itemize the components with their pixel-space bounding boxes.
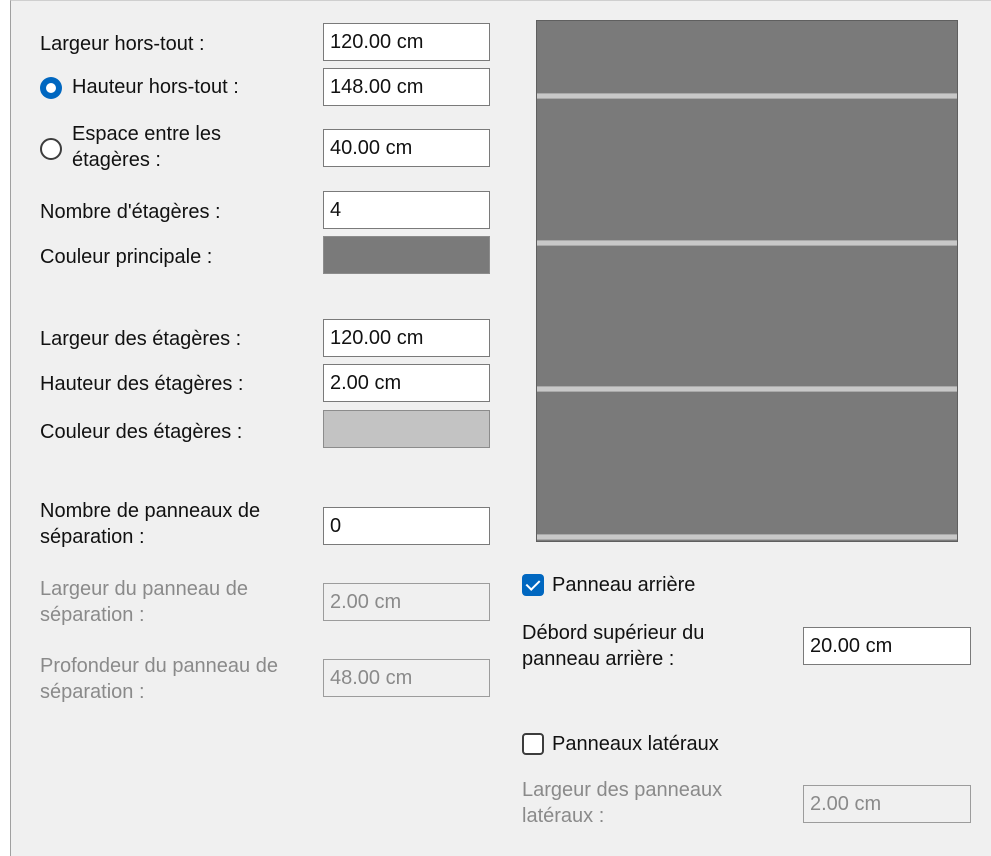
preview-shelf — [537, 534, 957, 540]
main-color-label: Couleur principale : — [40, 246, 213, 268]
divider-width-input — [323, 583, 490, 621]
main-color-swatch[interactable] — [323, 236, 490, 274]
shelf-count-input[interactable] — [323, 191, 490, 229]
overall-height-input[interactable] — [323, 68, 490, 106]
back-overhang-label: Débord supérieur du panneau arrière : — [522, 622, 705, 670]
shelf-spacing-radio[interactable] — [40, 138, 62, 160]
shelf-spacing-label: Espace entre les étagères : — [72, 123, 221, 171]
divider-count-input[interactable] — [323, 507, 490, 545]
overall-height-radio[interactable] — [40, 77, 62, 99]
shelf-color-label: Couleur des étagères : — [40, 421, 243, 443]
preview-shelf — [537, 386, 957, 392]
back-overhang-input[interactable] — [803, 627, 971, 665]
shelf-width-input[interactable] — [323, 319, 490, 357]
shelf-color-swatch[interactable] — [323, 410, 490, 448]
back-panel-checkbox[interactable] — [522, 574, 544, 596]
divider-depth-label: Profondeur du panneau de séparation : — [40, 655, 278, 703]
divider-depth-input — [323, 659, 490, 697]
shelf-height-label: Hauteur des étagères : — [40, 373, 244, 395]
overall-width-input[interactable] — [323, 23, 490, 61]
shelf-count-label: Nombre d'étagères : — [40, 201, 221, 223]
shelf-spacing-input[interactable] — [323, 129, 490, 167]
side-width-input — [803, 785, 971, 823]
preview-shelf — [537, 93, 957, 99]
back-panel-label: Panneau arrière — [552, 574, 696, 596]
overall-height-label: Hauteur hors-tout : — [72, 76, 239, 98]
overall-width-label: Largeur hors-tout : — [40, 33, 205, 55]
divider-width-label: Largeur du panneau de séparation : — [40, 578, 248, 626]
side-panels-label: Panneaux latéraux — [552, 733, 719, 755]
shelf-width-label: Largeur des étagères : — [40, 328, 242, 350]
side-width-label: Largeur des panneaux latéraux : — [522, 779, 723, 827]
shelf-preview — [536, 20, 958, 542]
preview-shelf — [537, 240, 957, 246]
shelf-height-input[interactable] — [323, 364, 490, 402]
side-panels-checkbox[interactable] — [522, 733, 544, 755]
divider-count-label: Nombre de panneaux de séparation : — [40, 500, 261, 548]
